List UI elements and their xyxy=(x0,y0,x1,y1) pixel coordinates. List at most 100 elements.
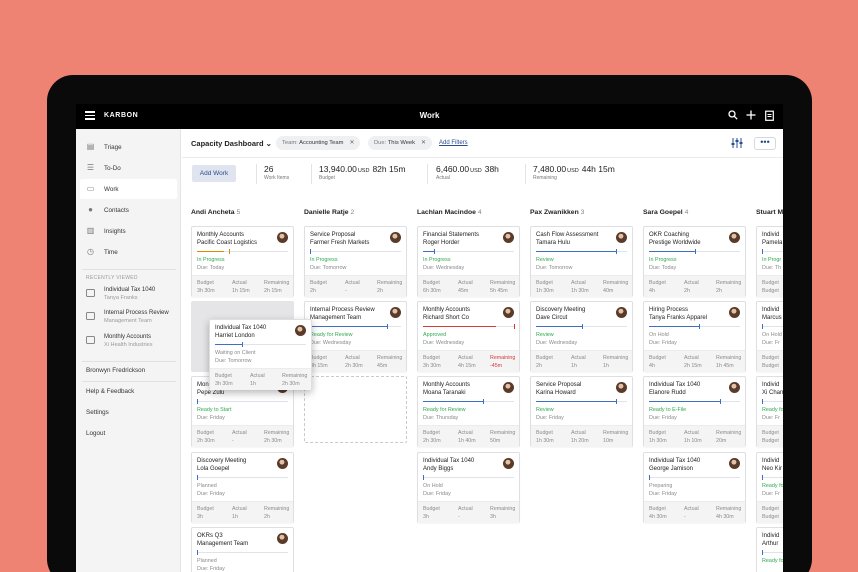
add-work-button[interactable]: Add Work xyxy=(192,165,236,182)
sidebar-link[interactable]: Help & Feedback xyxy=(86,388,134,395)
progress-fill xyxy=(649,326,700,327)
work-card[interactable]: Individ Pamela In Progr Due: Th Budget Budget… xyxy=(756,226,783,297)
work-card[interactable]: Discovery Meeting Dave Circut Review Due: W… xyxy=(530,301,633,372)
stat-actual: 6,460.00USD 38h Actual xyxy=(436,164,499,181)
footer-label: Budget xyxy=(762,355,779,361)
footer-budget: Budget Budget xyxy=(762,506,779,520)
sidebar-item-triage[interactable]: ▤ Triage xyxy=(80,137,177,157)
avatar xyxy=(616,307,627,318)
status-label: In Progress xyxy=(310,257,338,263)
card-footer: Budget 3h 30m Actual 4h 15m Remaining -45m xyxy=(418,350,519,372)
sidebar-item-contacts[interactable]: ● Contacts xyxy=(80,200,177,220)
sidebar-item-work[interactable]: ▭ Work xyxy=(80,179,177,199)
progress-marker xyxy=(762,249,763,254)
work-card[interactable]: OKR Coaching Prestige Worldwide In Progres… xyxy=(643,226,746,297)
sidebar-link[interactable]: Settings xyxy=(86,409,109,416)
footer-actual: Actual 2h xyxy=(684,280,699,294)
footer-value: 2h 30m xyxy=(197,438,215,444)
work-card[interactable]: Service Proposal Farmer Fresh Markets In P… xyxy=(304,226,407,297)
work-card[interactable]: Internal Process Review Management Team Re… xyxy=(304,301,407,372)
sidebar-link[interactable]: Logout xyxy=(86,430,105,437)
toolbar: Capacity Dashboard ⌄ Team: Accounting Te… xyxy=(182,129,783,158)
recent-item[interactable]: Individual Tax 1040 Tanya Franks xyxy=(86,287,181,309)
footer-label: Actual xyxy=(232,506,247,512)
column-header: Sara Goepel 4 xyxy=(643,209,688,216)
footer-label: Budget xyxy=(423,430,440,436)
work-card[interactable]: IndividMarcusOn HoldDue: FrBudgetBudgetA… xyxy=(756,301,783,372)
footer-actual: Actual 45m xyxy=(458,280,473,294)
work-card[interactable]: Individual Tax 1040 Andy Biggs On Hold Due:… xyxy=(417,452,520,523)
footer-remaining: Remaining 2h xyxy=(377,280,402,294)
filter-chip-due[interactable]: Due: This Week ✕ xyxy=(368,136,432,150)
work-card[interactable]: Discovery Meeting Lola Goepel Planned Due: … xyxy=(191,452,294,523)
recent-item[interactable]: Internal Process Review Management Team xyxy=(86,310,181,332)
sliders-icon[interactable] xyxy=(731,138,743,150)
footer-value: 2h xyxy=(264,514,270,520)
dashboard-selector[interactable]: Capacity Dashboard ⌄ xyxy=(191,139,272,148)
footer-actual: Actual 1h 20m xyxy=(571,430,589,444)
work-card[interactable]: Individ Neo Kir Ready fo Due: Fr Budget Budge… xyxy=(756,452,783,523)
progress-bar xyxy=(762,249,783,254)
footer-budget: Budget 3h 30m xyxy=(215,373,233,387)
footer-value: 2h xyxy=(377,288,383,294)
sidebar-item-todo[interactable]: ☰ To-Do xyxy=(80,158,177,178)
progress-bar xyxy=(536,249,627,254)
stat-remaining: 7,480.00USD 44h 15m Remaining xyxy=(533,164,615,181)
clipboard-icon[interactable] xyxy=(763,110,775,122)
close-icon[interactable]: ✕ xyxy=(421,140,426,146)
work-card[interactable]: Monthly Accounts Richard Short Co Approved… xyxy=(417,301,520,372)
filter-chip-team[interactable]: Team: Accounting Team ✕ xyxy=(276,136,361,150)
footer-label: Budget xyxy=(310,280,327,286)
status-label: In Progress xyxy=(423,257,451,263)
user-name[interactable]: Bronwyn Fredrickson xyxy=(86,367,145,374)
footer-actual: Actual - xyxy=(684,506,699,520)
card-title: Individ xyxy=(762,533,780,539)
sidebar-item-time[interactable]: ◷ Time xyxy=(80,242,177,262)
footer-label: Remaining xyxy=(716,430,742,436)
footer-value: 1h xyxy=(232,514,238,520)
work-card[interactable]: OKRs Q3 Management Team Planned Due: Friday xyxy=(191,527,294,572)
work-card[interactable]: Financial Statements Roger Horder In Progr… xyxy=(417,226,520,297)
drop-target-placeholder[interactable] xyxy=(304,376,407,443)
due-date: Due: Wednesday xyxy=(310,340,352,346)
column-header: Danielle Ratje 2 xyxy=(304,209,354,216)
status-label: In Progress xyxy=(197,257,225,263)
dragged-work-card[interactable]: Individual Tax 1040 Harriet London Waiting… xyxy=(209,319,312,390)
work-card[interactable]: Cash Flow Assessment Tamara Hulu Review Due… xyxy=(530,226,633,297)
work-card[interactable]: Monthly Accounts Moana Taranaki Ready for … xyxy=(417,376,520,447)
progress-fill xyxy=(310,326,388,327)
footer-actual: Actual - xyxy=(232,430,247,444)
card-client: Harriet London xyxy=(215,333,255,339)
footer-label: Actual xyxy=(250,373,265,379)
footer-label: Budget xyxy=(536,430,553,436)
progress-fill xyxy=(423,251,434,252)
status-label: Review xyxy=(536,407,554,413)
search-icon[interactable] xyxy=(727,110,739,122)
footer-label: Remaining xyxy=(716,355,742,361)
work-card[interactable]: Hiring Process Tanya Franks Apparel On Hol… xyxy=(643,301,746,372)
column-name: Pax Zwanikken xyxy=(530,209,579,216)
sidebar-item-insights[interactable]: ▥ Insights xyxy=(80,221,177,241)
due-date: Due: Friday xyxy=(536,415,564,421)
footer-budget: Budget 3h 30m xyxy=(423,355,441,369)
work-card[interactable]: Service Proposal Karina Howard Review Due: … xyxy=(530,376,633,447)
work-card[interactable]: Individual Tax 1040 Elanore Rudd Ready to … xyxy=(643,376,746,447)
footer-label: Actual xyxy=(684,355,699,361)
work-card[interactable]: Monthly Accounts Pacific Coast Logistics I… xyxy=(191,226,294,297)
recent-item-subtitle: Management Team xyxy=(104,318,152,324)
plus-icon[interactable] xyxy=(745,110,757,122)
progress-bar xyxy=(197,550,288,555)
footer-actual: Actual 4h 15m xyxy=(458,355,476,369)
recent-item[interactable]: Monthly Accounts Xi Health Industries xyxy=(86,334,181,356)
card-footer: Budget 2h Actual - Remaining 2h xyxy=(305,275,406,297)
card-title: Individ xyxy=(762,307,780,313)
add-filters-link[interactable]: Add Filters xyxy=(439,140,468,146)
work-card[interactable]: Individ Xi Chan Ready fo Due: Fr Budget Budge… xyxy=(756,376,783,447)
work-card[interactable]: Individ Arthur Ready fo xyxy=(756,527,783,572)
briefcase-icon xyxy=(86,289,95,297)
avatar xyxy=(729,458,740,469)
more-options-button[interactable]: ••• xyxy=(754,137,776,150)
close-icon[interactable]: ✕ xyxy=(349,140,354,146)
work-card[interactable]: Individual Tax 1040 George Jamison Prepari… xyxy=(643,452,746,523)
footer-label: Remaining xyxy=(716,506,742,512)
